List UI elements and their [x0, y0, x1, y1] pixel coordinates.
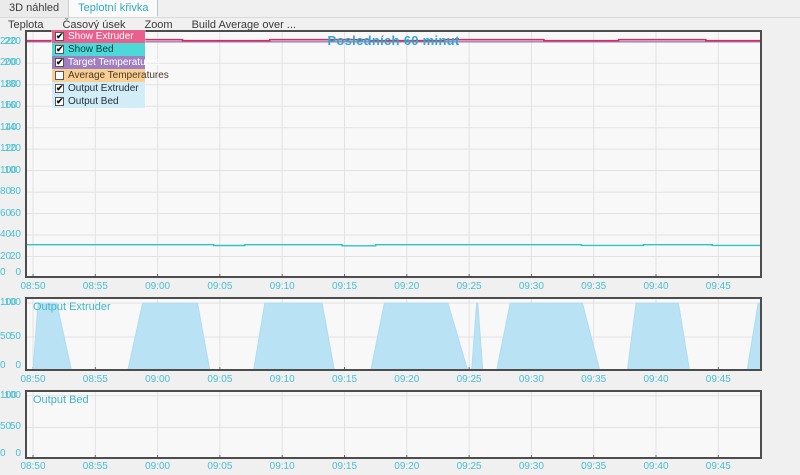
x-axis-label: 09:10	[267, 374, 297, 385]
x-axis-label: 09:05	[205, 281, 235, 292]
x-axis-label: 09:00	[143, 461, 173, 472]
output-extruder-chart-svg	[25, 297, 762, 371]
x-axis-label: 09:15	[330, 281, 360, 292]
x-axis-label: 08:50	[18, 461, 48, 472]
x-axis-label: 09:10	[267, 281, 297, 292]
x-axis-label: 09:35	[579, 374, 609, 385]
panel-label: Output Bed	[33, 394, 89, 406]
x-axis-label: 09:25	[454, 374, 484, 385]
x-axis-label: 09:15	[330, 374, 360, 385]
output-extruder-checkbox[interactable]	[55, 84, 64, 93]
x-axis-label: 08:50	[18, 281, 48, 292]
x-axis-label: 09:10	[267, 461, 297, 472]
x-axis-label: 09:05	[205, 374, 235, 385]
legend-output-extruder[interactable]: Output Extruder	[52, 82, 145, 95]
legend-label: Output Bed	[68, 96, 119, 107]
legend-show-extruder[interactable]: Show Extruder	[52, 30, 145, 43]
panel-label: Output Extruder	[33, 301, 111, 313]
chart-area: Posledních 60 minut Show Extruder Show B…	[0, 0, 800, 475]
x-axis-label: 09:20	[392, 374, 422, 385]
x-axis-label: 09:25	[454, 461, 484, 472]
curve-legend: Show Extruder Show Bed Target Temperatur…	[52, 30, 145, 108]
x-axis-label: 08:55	[80, 461, 110, 472]
average-temperatures-checkbox[interactable]	[55, 71, 64, 80]
legend-average-temperatures[interactable]: Average Temperatures	[52, 69, 145, 82]
x-axis-label: 09:40	[641, 461, 671, 472]
legend-label: Average Temperatures	[68, 70, 169, 81]
legend-label: Output Extruder	[68, 83, 139, 94]
legend-target-temperatures[interactable]: Target Temperatures	[52, 56, 145, 69]
x-axis-label: 09:30	[516, 374, 546, 385]
x-axis-label: 09:35	[579, 461, 609, 472]
x-axis-label: 09:30	[516, 281, 546, 292]
legend-label: Show Bed	[68, 44, 114, 55]
x-axis-label: 08:50	[18, 374, 48, 385]
x-axis-label: 09:00	[143, 374, 173, 385]
output-area	[33, 303, 762, 371]
x-axis-label: 09:35	[579, 281, 609, 292]
x-axis-label: 09:20	[392, 281, 422, 292]
output-bed-chart-svg	[25, 390, 762, 459]
x-axis-label: 09:40	[641, 281, 671, 292]
x-axis-label: 09:45	[703, 461, 733, 472]
output-bed-checkbox[interactable]	[55, 97, 64, 106]
legend-label: Show Extruder	[68, 31, 134, 42]
legend-output-bed[interactable]: Output Bed	[52, 95, 145, 108]
show-extruder-checkbox[interactable]	[55, 32, 64, 41]
x-axis-label: 09:45	[703, 374, 733, 385]
target-temperatures-checkbox[interactable]	[55, 58, 64, 67]
x-axis-label: 08:55	[80, 281, 110, 292]
legend-label: Target Temperatures	[68, 57, 160, 68]
x-axis-label: 09:40	[641, 374, 671, 385]
x-axis-label: 09:25	[454, 281, 484, 292]
x-axis-label: 09:00	[143, 281, 173, 292]
show-bed-checkbox[interactable]	[55, 45, 64, 54]
x-axis-label: 09:30	[516, 461, 546, 472]
x-axis-label: 09:05	[205, 461, 235, 472]
x-axis-label: 08:55	[80, 374, 110, 385]
x-axis-label: 09:15	[330, 461, 360, 472]
legend-show-bed[interactable]: Show Bed	[52, 43, 145, 56]
x-axis-label: 09:45	[703, 281, 733, 292]
x-axis-label: 09:20	[392, 461, 422, 472]
